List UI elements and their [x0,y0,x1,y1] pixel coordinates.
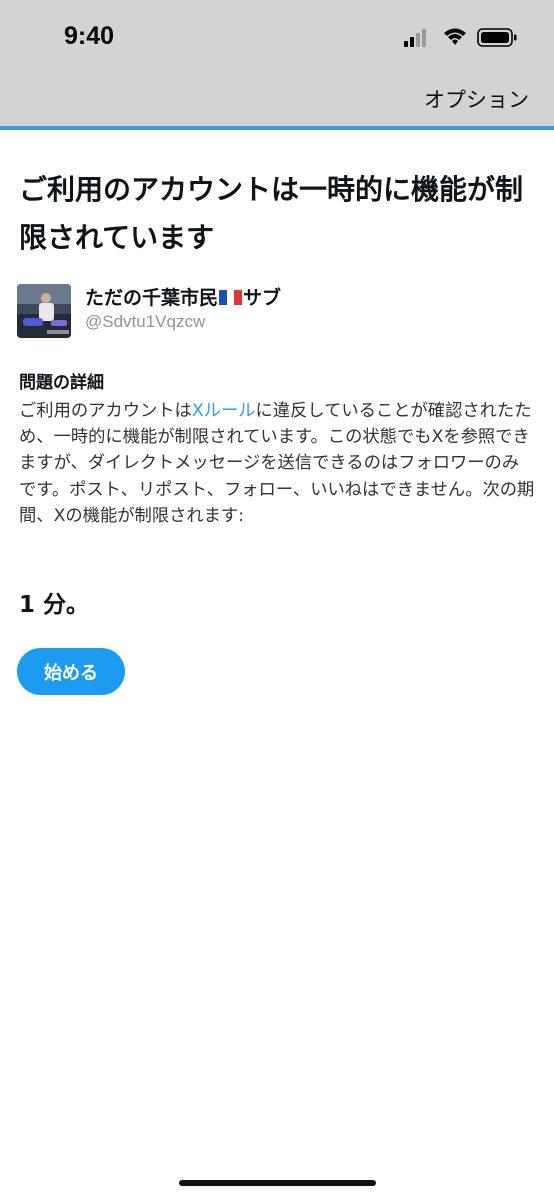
details-heading: 問題の詳細 [19,373,104,393]
home-indicator[interactable] [179,1180,376,1186]
cellular-signal-icon [404,29,426,47]
page-title: ご利用のアカウントは一時的に機能が制限されています [19,173,524,254]
x-rules-link[interactable]: Xルール [192,401,256,421]
header-accent-line [0,126,554,130]
account-display-name: ただの千葉市民 サブ [85,283,281,310]
avatar [17,284,71,338]
status-icons [404,26,520,48]
restriction-duration: 1 分。 [19,592,90,618]
options-link[interactable]: オプション [424,84,529,114]
start-button[interactable]: 始める [17,648,125,695]
account-handle: @Sdvtu1Vqzcw [85,312,206,331]
battery-icon [477,28,517,47]
display-name-text: ただの千葉市民 [85,287,219,309]
status-time: 9:40 [64,22,115,50]
france-flag-icon [219,290,243,305]
wifi-icon [444,28,466,45]
details-text: ご利用のアカウントはXルールに違反していることが確認されたため、一時的に機能が制… [19,398,535,529]
display-name-suffix: サブ [243,287,282,309]
details-text-start: ご利用のアカウントは [19,401,192,421]
